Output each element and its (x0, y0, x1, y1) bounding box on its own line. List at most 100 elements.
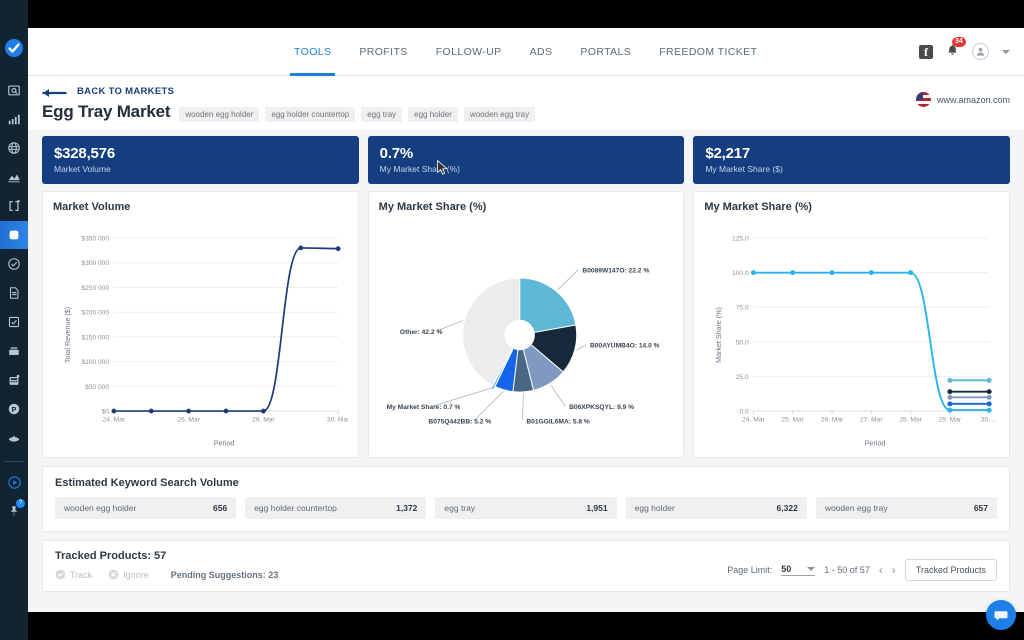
data-point (751, 270, 756, 275)
ignore-button[interactable]: Ignore (108, 569, 149, 580)
chart-title: My Market Share (%) (704, 201, 999, 213)
pin-badge: ? (16, 499, 25, 508)
gridlines (754, 238, 990, 411)
keyword-cell[interactable]: wooden egg tray 657 (816, 497, 997, 519)
data-point (869, 270, 874, 275)
y-axis-label: Total Revenue ($) (64, 307, 72, 363)
sidebar-item-inbox[interactable] (0, 337, 28, 365)
y-tick-label: $0 (102, 409, 110, 416)
close-circle-icon (108, 569, 119, 580)
facebook-icon[interactable] (919, 45, 933, 59)
sidebar-item-academy[interactable] (0, 424, 28, 452)
sidebar-item-markets[interactable] (0, 221, 28, 249)
chat-bubble-icon[interactable] (986, 600, 1016, 630)
data-point (987, 401, 992, 406)
keyword-tag[interactable]: egg holder countertop (265, 107, 355, 122)
sidebar-item-product-research[interactable] (0, 76, 28, 104)
chart-card-market-volume: Market Volume $0$50 000$100 000$150 000$… (42, 191, 359, 458)
kpi-value: 0.7% (380, 145, 673, 162)
screen-root: P ? TOOLS PROFITS FOLLOW-UP ADS PORTALS … (0, 0, 1024, 640)
us-flag-icon (916, 92, 931, 107)
pie-leader-line (474, 392, 503, 421)
chevron-left-icon[interactable]: ‹ (879, 565, 883, 575)
data-point (791, 270, 796, 275)
keyword-tag[interactable]: egg tray (361, 107, 402, 122)
page-subheader: BACK TO MARKETS Egg Tray Market wooden e… (28, 76, 1024, 130)
data-point (948, 378, 953, 383)
data-point (948, 389, 953, 394)
notification-badge: 34 (952, 37, 966, 47)
x-tick-label: 30. ... (981, 417, 998, 424)
pie-slice-label: Other: 42.2 % (400, 329, 443, 336)
pie-leader-line (550, 385, 565, 406)
data-point (908, 270, 913, 275)
tracked-products-section: Tracked Products: 57 Track Ignore Pendin… (42, 540, 1010, 592)
data-point (149, 409, 154, 414)
marketplace-label: www.amazon.com (937, 95, 1010, 105)
track-label: Track (70, 570, 92, 580)
sidebar-item-reports[interactable] (0, 279, 28, 307)
keyword-name: egg holder countertop (254, 503, 337, 513)
chevron-right-icon[interactable]: › (892, 565, 896, 575)
x-tick-label: 30. Mar (327, 417, 348, 424)
chart-title: Market Volume (53, 201, 348, 213)
top-navbar: TOOLS PROFITS FOLLOW-UP ADS PORTALS FREE… (28, 28, 1024, 76)
x-axis-ticks: 24. Mar25. Mar26. Mar27. Mar28. Mar29. M… (743, 411, 998, 423)
data-point (298, 246, 303, 251)
check-circle-icon (55, 569, 66, 580)
sidebar-item-profits[interactable]: P (0, 395, 28, 423)
keyword-tag[interactable]: egg holder (408, 107, 458, 122)
sidebar-item-video[interactable] (0, 468, 28, 496)
x-tick-label: 29. Mar (939, 417, 962, 424)
y-tick-label: $250 000 (81, 285, 109, 292)
user-avatar-icon[interactable] (972, 43, 989, 60)
y-tick-label: 25.0 (736, 374, 749, 381)
sidebar-item-tasks[interactable] (0, 308, 28, 336)
keyword-tag[interactable]: wooden egg holder (179, 107, 259, 122)
keyword-cell[interactable]: egg holder 6,322 (626, 497, 807, 519)
kpi-label: My Market Share ($) (705, 164, 998, 174)
tab-ads[interactable]: ADS (516, 28, 567, 76)
sidebar-item-pinned[interactable]: ? (0, 497, 28, 525)
keyword-name: egg tray (444, 503, 475, 513)
keyword-tag[interactable]: wooden egg tray (464, 107, 535, 122)
tab-follow-up[interactable]: FOLLOW-UP (422, 28, 516, 76)
market-volume-line-chart: $0$50 000$100 000$150 000$200 000$250 00… (53, 215, 348, 455)
sidebar-item-trends[interactable] (0, 105, 28, 133)
y-tick-label: 75.0 (736, 305, 749, 312)
chart-card-market-share-line: My Market Share (%) 0.025.050.075.0100.0… (693, 191, 1010, 458)
sidebar-item-approvals[interactable] (0, 250, 28, 278)
kpi-card-market-share-usd: $2,217 My Market Share ($) (693, 136, 1010, 184)
keyword-name: wooden egg holder (64, 503, 136, 513)
tab-freedom-ticket[interactable]: FREEDOM TICKET (645, 28, 771, 76)
kpi-value: $328,576 (54, 145, 347, 162)
tab-tools[interactable]: TOOLS (280, 28, 345, 76)
notifications-button[interactable]: 34 (946, 43, 959, 60)
sidebar-item-calculator[interactable] (0, 366, 28, 394)
page-limit-select[interactable]: 50 (781, 564, 815, 576)
app-logo-icon[interactable] (0, 34, 28, 62)
back-to-markets-link[interactable]: BACK TO MARKETS (42, 86, 1010, 97)
sidebar-item-analytics[interactable] (0, 163, 28, 191)
data-point (830, 270, 835, 275)
sidebar-item-global[interactable] (0, 134, 28, 162)
data-point (987, 408, 992, 413)
keyword-volume: 6,322 (777, 503, 798, 513)
svg-text:P: P (12, 407, 17, 414)
page-range-label: 1 - 50 of 57 (824, 565, 870, 575)
kpi-card-market-volume: $328,576 Market Volume (42, 136, 359, 184)
keyword-volume: 657 (974, 503, 988, 513)
data-point (336, 246, 341, 251)
page-limit-label: Page Limit: (727, 565, 772, 575)
chevron-down-icon[interactable] (1002, 50, 1010, 54)
keyword-cell[interactable]: egg tray 1,951 (435, 497, 616, 519)
track-button[interactable]: Track (55, 569, 92, 580)
data-point (987, 395, 992, 400)
tracked-products-tab[interactable]: Tracked Products (905, 559, 997, 581)
sidebar-item-launch[interactable] (0, 192, 28, 220)
keyword-cell[interactable]: egg holder countertop 1,372 (245, 497, 426, 519)
tab-profits[interactable]: PROFITS (345, 28, 421, 76)
chart-title: My Market Share (%) (379, 201, 674, 213)
keyword-cell[interactable]: wooden egg holder 656 (55, 497, 236, 519)
tab-portals[interactable]: PORTALS (566, 28, 645, 76)
